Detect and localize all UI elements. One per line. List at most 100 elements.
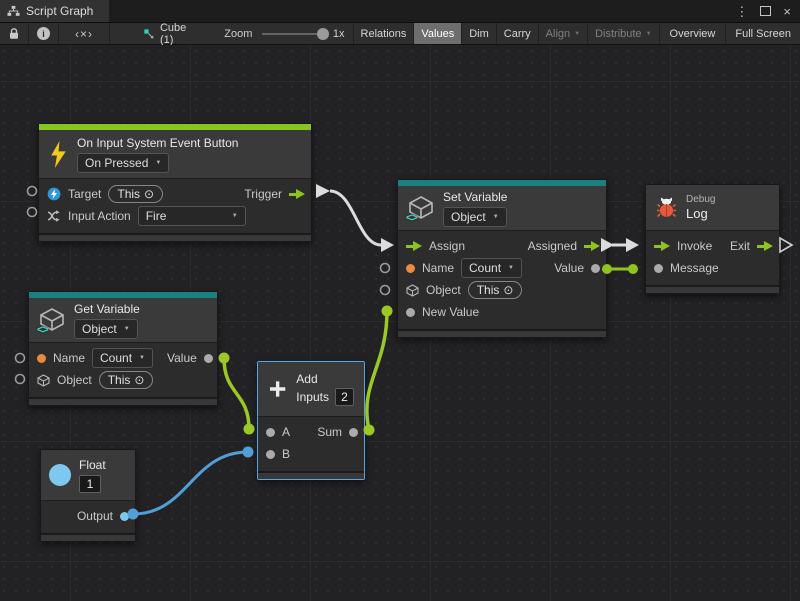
node-add[interactable]: Add Inputs 2 A Sum B	[257, 361, 365, 480]
inputs-count-field[interactable]: 2	[335, 388, 354, 406]
distribute-button[interactable]: Distribute ▼	[588, 23, 659, 44]
wire-endpoint[interactable]	[382, 306, 393, 317]
node-set-variable[interactable]: <> Set Variable Object ▼ Assign Assigned…	[397, 179, 607, 338]
target-picker-icon: ⊙	[134, 373, 144, 387]
debug-log-header[interactable]: Debug Log	[646, 185, 779, 230]
event-target-chip[interactable]: This ⊙	[108, 185, 163, 203]
event-node-header[interactable]: On Input System Event Button On Pressed …	[39, 130, 311, 178]
close-icon[interactable]: ×	[783, 5, 791, 18]
event-node-body: Target This ⊙ Trigger Input Action	[39, 178, 311, 233]
wire-end-arrow[interactable]	[626, 238, 639, 252]
sum-output-port[interactable]	[349, 428, 358, 437]
name-input-port[interactable]	[406, 264, 415, 273]
zoom-slider[interactable]	[262, 33, 323, 35]
new-value-input-port[interactable]	[406, 308, 415, 317]
maximize-icon[interactable]	[760, 6, 771, 16]
get-variable-name-row: Name Count ▼ Value	[29, 347, 217, 369]
message-input-port[interactable]	[654, 264, 663, 273]
variable-name-dropdown[interactable]: Count ▼	[461, 258, 522, 278]
values-button[interactable]: Values	[414, 23, 462, 44]
trigger-output-port[interactable]	[289, 189, 305, 199]
new-value-label: New Value	[422, 305, 479, 319]
float-value-field[interactable]: 1	[79, 475, 101, 493]
set-variable-object-chip[interactable]: This ⊙	[468, 281, 523, 299]
tab-script-graph[interactable]: Script Graph	[0, 0, 109, 22]
get-variable-scope-dropdown[interactable]: Object ▼	[74, 319, 138, 339]
float-output-port[interactable]	[120, 512, 129, 521]
info-button[interactable]: i	[29, 23, 59, 44]
wire-getvalue-a[interactable]	[224, 358, 249, 429]
overview-button[interactable]: Overview	[660, 23, 727, 44]
inspect-button[interactable]: ‹×›	[59, 23, 110, 44]
zoom-slider-handle[interactable]	[317, 28, 329, 40]
chevron-down-icon: ▼	[232, 213, 238, 219]
object-label: Object	[426, 283, 461, 297]
node-float[interactable]: Float 1 Output	[40, 449, 136, 542]
wire-endpoint[interactable]	[364, 425, 375, 436]
wire-endpoint[interactable]	[219, 353, 230, 364]
socket-get-object[interactable]	[16, 375, 25, 384]
variable-name-dropdown[interactable]: Count ▼	[92, 348, 153, 368]
dim-button[interactable]: Dim	[462, 23, 497, 44]
value-output-port[interactable]	[591, 264, 600, 273]
align-button[interactable]: Align ▼	[539, 23, 588, 44]
relations-button[interactable]: Relations	[353, 23, 415, 44]
invoke-input-port[interactable]	[654, 241, 670, 251]
add-node-title: Add	[296, 372, 317, 386]
wire-sum-newvalue[interactable]	[367, 311, 387, 430]
event-target-value: This	[117, 187, 140, 201]
float-node-header[interactable]: Float 1	[41, 450, 135, 500]
set-variable-header-stack: Set Variable Object ▼	[443, 190, 507, 227]
full-screen-label: Full Screen	[735, 28, 791, 40]
socket-debug-exit[interactable]	[780, 238, 792, 252]
add-node-header[interactable]: Add Inputs 2	[258, 362, 364, 416]
graph-target[interactable]: Cube (1)	[136, 23, 198, 44]
trigger-label: Trigger	[244, 187, 282, 201]
socket-set-object[interactable]	[381, 286, 390, 295]
input-action-dropdown[interactable]: Fire ▼	[138, 206, 246, 226]
a-input-port[interactable]	[266, 428, 275, 437]
wire-endpoint[interactable]	[628, 264, 638, 274]
socket-set-name[interactable]	[381, 264, 390, 273]
name-input-port[interactable]	[37, 354, 46, 363]
get-variable-title: Get Variable	[74, 302, 140, 316]
node-debug-log[interactable]: Debug Log Invoke Exit Message	[645, 184, 780, 294]
add-a-row: A Sum	[258, 421, 364, 443]
set-variable-name-row: Name Count ▼ Value	[398, 257, 606, 279]
wire-trigger-assign[interactable]	[330, 191, 381, 245]
graph-canvas[interactable]: On Input System Event Button On Pressed …	[0, 45, 800, 601]
node-on-input-system-event[interactable]: On Input System Event Button On Pressed …	[38, 123, 312, 242]
b-input-port[interactable]	[266, 450, 275, 459]
add-b-row: B	[258, 443, 364, 465]
wire-float-b[interactable]	[133, 452, 248, 514]
node-get-variable[interactable]: <> Get Variable Object ▼ Name Count ▼ Va…	[28, 291, 218, 406]
float-node-body: Output	[41, 500, 135, 533]
assigned-output-port[interactable]	[584, 241, 600, 251]
value-output-port[interactable]	[204, 354, 213, 363]
add-header-stack: Add Inputs 2	[296, 372, 354, 406]
exit-output-port[interactable]	[757, 241, 773, 251]
invoke-label: Invoke	[677, 239, 712, 253]
get-variable-body: Name Count ▼ Value Object This ⊙	[29, 342, 217, 397]
get-variable-object-chip[interactable]: This ⊙	[99, 371, 154, 389]
set-variable-header[interactable]: <> Set Variable Object ▼	[398, 186, 606, 230]
set-variable-scope-dropdown[interactable]: Object ▼	[443, 207, 507, 227]
chevron-down-icon: ▼	[155, 160, 161, 166]
menu-kebab-icon[interactable]: ⋮	[735, 5, 748, 18]
target-label: Target	[68, 187, 101, 201]
wire-start-arrow[interactable]	[316, 184, 330, 198]
full-screen-button[interactable]: Full Screen	[726, 23, 800, 44]
lock-button[interactable]	[0, 23, 29, 44]
socket-get-name[interactable]	[16, 354, 25, 363]
assign-input-port[interactable]	[406, 241, 422, 251]
cube-icon	[37, 374, 50, 387]
get-variable-header[interactable]: <> Get Variable Object ▼	[29, 298, 217, 342]
socket-event-target[interactable]	[28, 187, 37, 196]
socket-event-input-action[interactable]	[28, 208, 37, 217]
event-mode-dropdown[interactable]: On Pressed ▼	[77, 153, 169, 173]
wire-end-arrow[interactable]	[381, 238, 394, 252]
carry-button[interactable]: Carry	[497, 23, 539, 44]
wire-endpoint[interactable]	[244, 424, 255, 435]
wire-endpoint[interactable]	[243, 447, 254, 458]
add-node-footer	[258, 471, 364, 479]
